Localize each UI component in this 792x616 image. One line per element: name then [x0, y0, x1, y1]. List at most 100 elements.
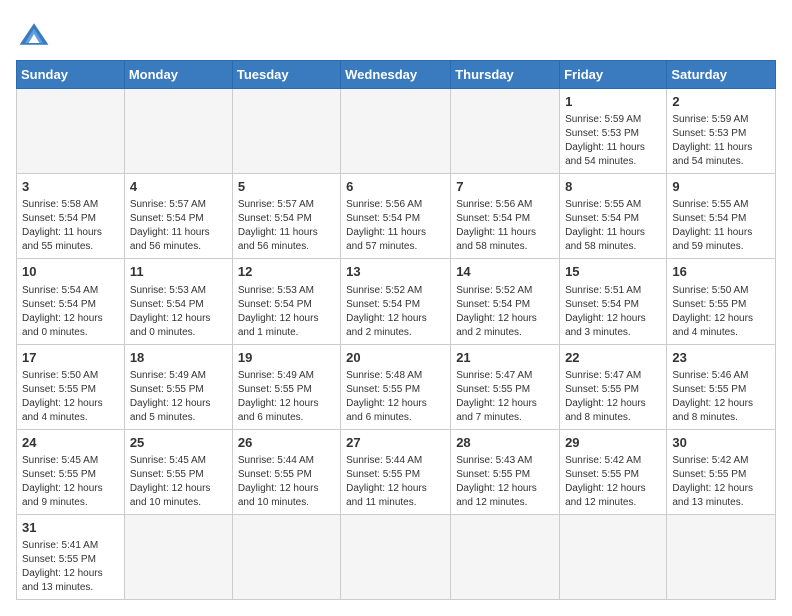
- calendar-week-row: 31 Sunrise: 5:41 AM Sunset: 5:55 PM Dayli…: [17, 514, 776, 599]
- day-number: 13: [346, 263, 445, 281]
- calendar-cell: 23 Sunrise: 5:46 AM Sunset: 5:55 PM Dayli…: [667, 344, 776, 429]
- calendar-cell: 31 Sunrise: 5:41 AM Sunset: 5:55 PM Dayli…: [17, 514, 125, 599]
- day-info: Sunrise: 5:52 AM Sunset: 5:54 PM Dayligh…: [346, 284, 445, 340]
- calendar-cell: 2Sunrise: 5:59 AM Sunset: 5:53 PM Daylig…: [667, 89, 776, 174]
- day-number: 29: [565, 434, 661, 452]
- calendar-cell: [451, 514, 560, 599]
- logo: [16, 16, 56, 52]
- calendar-cell: 7Sunrise: 5:56 AM Sunset: 5:54 PM Daylig…: [451, 174, 560, 259]
- day-number: 19: [238, 349, 335, 367]
- day-info: Sunrise: 5:42 AM Sunset: 5:55 PM Dayligh…: [672, 454, 770, 510]
- day-number: 7: [456, 178, 554, 196]
- day-info: Sunrise: 5:45 AM Sunset: 5:55 PM Dayligh…: [22, 454, 119, 510]
- day-number: 15: [565, 263, 661, 281]
- day-info: Sunrise: 5:52 AM Sunset: 5:54 PM Dayligh…: [456, 284, 554, 340]
- calendar-cell: 18Sunrise: 5:49 AM Sunset: 5:55 PM Dayli…: [124, 344, 232, 429]
- calendar-cell: 14Sunrise: 5:52 AM Sunset: 5:54 PM Dayli…: [451, 259, 560, 344]
- calendar-cell: 26 Sunrise: 5:44 AM Sunset: 5:55 PM Dayli…: [232, 429, 340, 514]
- day-info: Sunrise: 5:51 AM Sunset: 5:54 PM Dayligh…: [565, 284, 661, 340]
- calendar-cell: [124, 89, 232, 174]
- day-number: 25: [130, 434, 227, 452]
- calendar-cell: [17, 89, 125, 174]
- calendar-cell: 1 Sunrise: 5:59 AM Sunset: 5:53 PM Daylig…: [560, 89, 667, 174]
- day-number: 22: [565, 349, 661, 367]
- day-number: 21: [456, 349, 554, 367]
- weekday-header-sunday: Sunday: [17, 61, 125, 89]
- day-number: 16: [672, 263, 770, 281]
- calendar-cell: [560, 514, 667, 599]
- page-container: SundayMondayTuesdayWednesdayThursdayFrid…: [16, 16, 776, 600]
- calendar-header: SundayMondayTuesdayWednesdayThursdayFrid…: [17, 61, 776, 89]
- day-number: 26: [238, 434, 335, 452]
- day-info: Sunrise: 5:54 AM Sunset: 5:54 PM Dayligh…: [22, 284, 119, 340]
- calendar-cell: 25 Sunrise: 5:45 AM Sunset: 5:55 PM Dayli…: [124, 429, 232, 514]
- calendar-cell: [232, 89, 340, 174]
- day-number: 27: [346, 434, 445, 452]
- day-info: Sunrise: 5:47 AM Sunset: 5:55 PM Dayligh…: [456, 369, 554, 425]
- day-info: Sunrise: 5:55 AM Sunset: 5:54 PM Dayligh…: [672, 198, 770, 254]
- day-info: Sunrise: 5:44 AM Sunset: 5:55 PM Dayligh…: [346, 454, 445, 510]
- day-number: 17: [22, 349, 119, 367]
- calendar-cell: [341, 514, 451, 599]
- calendar-cell: 5Sunrise: 5:57 AM Sunset: 5:54 PM Daylig…: [232, 174, 340, 259]
- header: [16, 16, 776, 52]
- calendar-body: 1 Sunrise: 5:59 AM Sunset: 5:53 PM Daylig…: [17, 89, 776, 600]
- calendar-cell: 10 Sunrise: 5:54 AM Sunset: 5:54 PM Dayli…: [17, 259, 125, 344]
- weekday-header-row: SundayMondayTuesdayWednesdayThursdayFrid…: [17, 61, 776, 89]
- day-info: Sunrise: 5:44 AM Sunset: 5:55 PM Dayligh…: [238, 454, 335, 510]
- day-info: Sunrise: 5:43 AM Sunset: 5:55 PM Dayligh…: [456, 454, 554, 510]
- calendar-cell: 22Sunrise: 5:47 AM Sunset: 5:55 PM Dayli…: [560, 344, 667, 429]
- calendar-week-row: 1 Sunrise: 5:59 AM Sunset: 5:53 PM Daylig…: [17, 89, 776, 174]
- weekday-header-wednesday: Wednesday: [341, 61, 451, 89]
- day-number: 8: [565, 178, 661, 196]
- calendar-cell: 30 Sunrise: 5:42 AM Sunset: 5:55 PM Dayli…: [667, 429, 776, 514]
- calendar-cell: 6Sunrise: 5:56 AM Sunset: 5:54 PM Daylig…: [341, 174, 451, 259]
- day-info: Sunrise: 5:42 AM Sunset: 5:55 PM Dayligh…: [565, 454, 661, 510]
- weekday-header-monday: Monday: [124, 61, 232, 89]
- day-info: Sunrise: 5:59 AM Sunset: 5:53 PM Dayligh…: [565, 113, 661, 169]
- calendar-cell: 8 Sunrise: 5:55 AM Sunset: 5:54 PM Daylig…: [560, 174, 667, 259]
- weekday-header-friday: Friday: [560, 61, 667, 89]
- calendar-cell: 24 Sunrise: 5:45 AM Sunset: 5:55 PM Dayli…: [17, 429, 125, 514]
- calendar-cell: 27 Sunrise: 5:44 AM Sunset: 5:55 PM Dayli…: [341, 429, 451, 514]
- calendar-cell: 16 Sunrise: 5:50 AM Sunset: 5:55 PM Dayli…: [667, 259, 776, 344]
- day-info: Sunrise: 5:50 AM Sunset: 5:55 PM Dayligh…: [672, 284, 770, 340]
- calendar-cell: 29 Sunrise: 5:42 AM Sunset: 5:55 PM Dayli…: [560, 429, 667, 514]
- day-info: Sunrise: 5:55 AM Sunset: 5:54 PM Dayligh…: [565, 198, 661, 254]
- calendar-cell: [667, 514, 776, 599]
- calendar-table: SundayMondayTuesdayWednesdayThursdayFrid…: [16, 60, 776, 600]
- day-info: Sunrise: 5:48 AM Sunset: 5:55 PM Dayligh…: [346, 369, 445, 425]
- calendar-week-row: 3 Sunrise: 5:58 AM Sunset: 5:54 PM Daylig…: [17, 174, 776, 259]
- calendar-cell: 28 Sunrise: 5:43 AM Sunset: 5:55 PM Dayli…: [451, 429, 560, 514]
- calendar-cell: [341, 89, 451, 174]
- day-number: 10: [22, 263, 119, 281]
- day-info: Sunrise: 5:53 AM Sunset: 5:54 PM Dayligh…: [130, 284, 227, 340]
- calendar-week-row: 24 Sunrise: 5:45 AM Sunset: 5:55 PM Dayli…: [17, 429, 776, 514]
- day-number: 28: [456, 434, 554, 452]
- day-info: Sunrise: 5:49 AM Sunset: 5:55 PM Dayligh…: [238, 369, 335, 425]
- weekday-header-saturday: Saturday: [667, 61, 776, 89]
- calendar-cell: 13 Sunrise: 5:52 AM Sunset: 5:54 PM Dayli…: [341, 259, 451, 344]
- calendar-week-row: 10 Sunrise: 5:54 AM Sunset: 5:54 PM Dayli…: [17, 259, 776, 344]
- day-number: 3: [22, 178, 119, 196]
- day-number: 24: [22, 434, 119, 452]
- calendar-cell: 9Sunrise: 5:55 AM Sunset: 5:54 PM Daylig…: [667, 174, 776, 259]
- day-info: Sunrise: 5:46 AM Sunset: 5:55 PM Dayligh…: [672, 369, 770, 425]
- day-info: Sunrise: 5:58 AM Sunset: 5:54 PM Dayligh…: [22, 198, 119, 254]
- day-info: Sunrise: 5:56 AM Sunset: 5:54 PM Dayligh…: [346, 198, 445, 254]
- calendar-cell: 21 Sunrise: 5:47 AM Sunset: 5:55 PM Dayli…: [451, 344, 560, 429]
- calendar-cell: 3 Sunrise: 5:58 AM Sunset: 5:54 PM Daylig…: [17, 174, 125, 259]
- calendar-cell: 20Sunrise: 5:48 AM Sunset: 5:55 PM Dayli…: [341, 344, 451, 429]
- day-number: 1: [565, 93, 661, 111]
- day-info: Sunrise: 5:45 AM Sunset: 5:55 PM Dayligh…: [130, 454, 227, 510]
- calendar-cell: 11Sunrise: 5:53 AM Sunset: 5:54 PM Dayli…: [124, 259, 232, 344]
- day-number: 30: [672, 434, 770, 452]
- day-number: 5: [238, 178, 335, 196]
- day-info: Sunrise: 5:53 AM Sunset: 5:54 PM Dayligh…: [238, 284, 335, 340]
- day-number: 4: [130, 178, 227, 196]
- day-number: 31: [22, 519, 119, 537]
- day-number: 23: [672, 349, 770, 367]
- calendar-cell: 19 Sunrise: 5:49 AM Sunset: 5:55 PM Dayli…: [232, 344, 340, 429]
- calendar-cell: 15 Sunrise: 5:51 AM Sunset: 5:54 PM Dayli…: [560, 259, 667, 344]
- day-info: Sunrise: 5:41 AM Sunset: 5:55 PM Dayligh…: [22, 539, 119, 595]
